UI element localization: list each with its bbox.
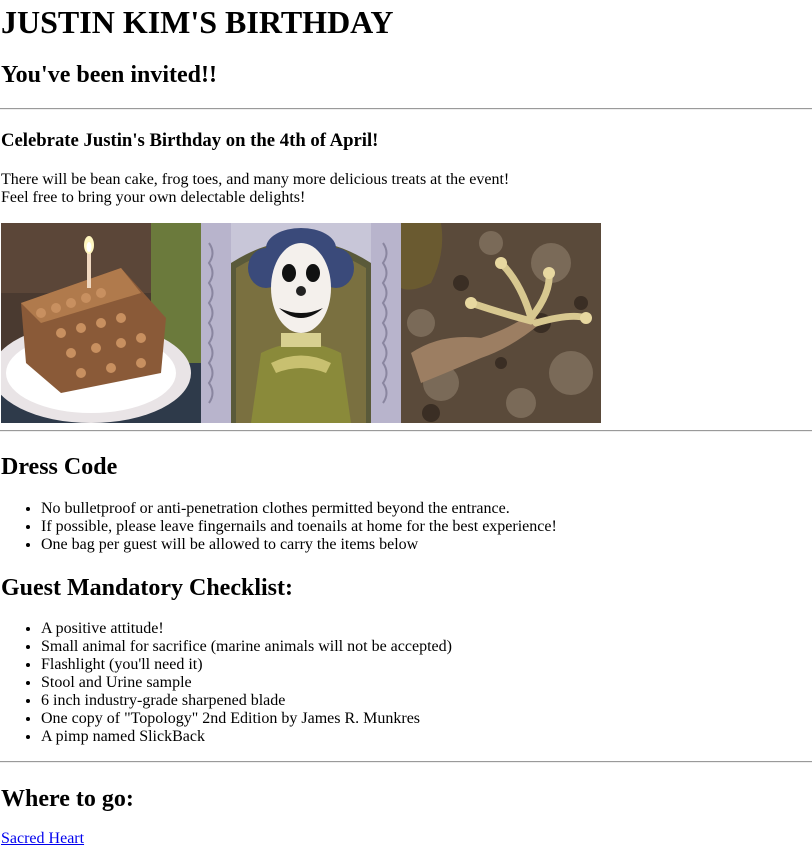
intro-line-2: Feel free to bring your own delectable d… — [1, 189, 306, 206]
celebration-heading: Celebrate Justin's Birthday on the 4th o… — [1, 130, 379, 151]
intro-line-1: There will be bean cake, frog toes, and … — [1, 171, 510, 188]
list-item: Flashlight (you'll need it) — [41, 656, 452, 674]
divider — [0, 761, 812, 763]
frog-toes-photo — [401, 223, 601, 423]
divider — [0, 430, 812, 432]
list-item: 6 inch industry-grade sharpened blade — [41, 692, 452, 710]
location-link[interactable]: Sacred Heart — [1, 830, 84, 848]
photo-strip — [1, 223, 601, 423]
list-item: A pimp named SlickBack — [41, 728, 452, 746]
divider — [0, 108, 812, 110]
list-item: No bulletproof or anti-penetration cloth… — [41, 500, 557, 518]
list-item: If possible, please leave fingernails an… — [41, 518, 557, 536]
bean-cake-photo — [1, 223, 201, 423]
clown-portrait-photo — [201, 223, 401, 423]
list-item: One copy of "Topology" 2nd Edition by Ja… — [41, 710, 452, 728]
intro-text: There will be bean cake, frog toes, and … — [1, 171, 509, 207]
checklist-heading: Guest Mandatory Checklist: — [1, 575, 293, 601]
dress-code-heading: Dress Code — [1, 454, 118, 480]
invite-subtitle: You've been invited!! — [1, 62, 217, 88]
checklist-list: A positive attitude! Small animal for sa… — [1, 620, 452, 746]
page-title: JUSTIN KIM'S BIRTHDAY — [1, 4, 394, 40]
list-item: A positive attitude! — [41, 620, 452, 638]
list-item: Small animal for sacrifice (marine anima… — [41, 638, 452, 656]
dress-code-list: No bulletproof or anti-penetration cloth… — [1, 500, 557, 554]
location-heading: Where to go: — [1, 786, 134, 812]
list-item: Stool and Urine sample — [41, 674, 452, 692]
list-item: One bag per guest will be allowed to car… — [41, 536, 557, 554]
